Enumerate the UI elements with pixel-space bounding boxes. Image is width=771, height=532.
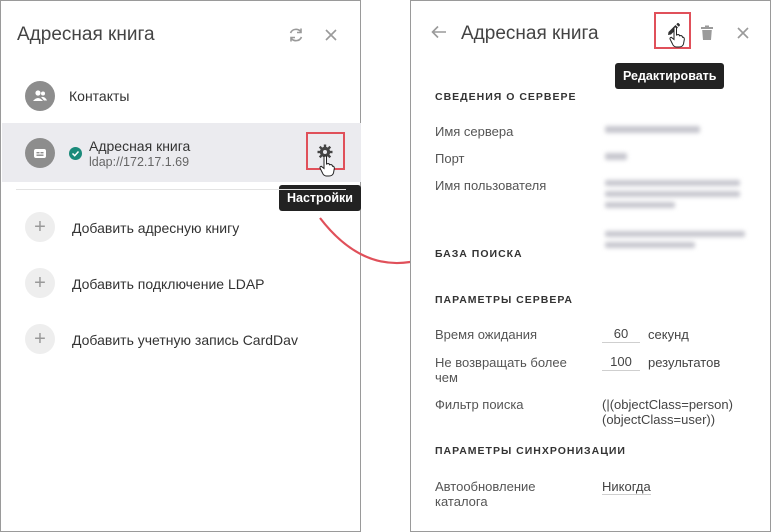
address-book-label: Адресная книга [89, 138, 191, 154]
username-value-blurred [605, 180, 740, 208]
hand-cursor-icon [669, 26, 685, 53]
server-name-value-blurred [605, 126, 715, 136]
edit-tooltip: Редактировать [615, 63, 725, 89]
port-value-blurred [605, 153, 627, 160]
status-check-icon [69, 147, 82, 160]
server-details-panel: Адресная книга Редактировать СВЕДЕНИЯ О … [410, 0, 771, 532]
close-icon[interactable] [319, 23, 343, 47]
add-ldap-icon[interactable]: + [25, 268, 55, 298]
max-results-input[interactable]: 100 [602, 354, 640, 371]
server-name-label: Имя сервера [435, 124, 514, 139]
close-icon[interactable] [731, 21, 755, 45]
address-book-icon [25, 138, 55, 168]
port-label: Порт [435, 151, 465, 166]
sync-params-section: ПАРАМЕТРЫ СИНХРОНИЗАЦИИ [435, 445, 626, 457]
panel-title: Адресная книга [461, 23, 599, 44]
add-carddav-button[interactable]: Добавить учетную запись CardDav [72, 332, 298, 348]
add-address-book-button[interactable]: Добавить адресную книгу [72, 220, 239, 236]
divider [16, 189, 346, 190]
max-results-label: Не возвращать более чем [435, 355, 567, 385]
timeout-label: Время ожидания [435, 327, 538, 342]
add-carddav-icon[interactable]: + [25, 324, 55, 354]
search-filter-line1[interactable]: (|(objectClass=person) [602, 397, 733, 412]
trash-icon[interactable] [700, 25, 714, 46]
username-label: Имя пользователя [435, 178, 547, 193]
contacts-icon [25, 81, 55, 111]
server-info-section: СВЕДЕНИЯ О СЕРВЕРЕ [435, 91, 577, 103]
back-arrow-icon[interactable] [431, 25, 447, 44]
refresh-icon[interactable] [284, 23, 308, 47]
add-ldap-button[interactable]: Добавить подключение LDAP [72, 276, 265, 292]
autoupdate-select[interactable]: Никогда [602, 479, 651, 495]
autoupdate-label: Автообновление каталога [435, 479, 536, 509]
hand-cursor-icon [319, 155, 335, 182]
search-base-section: БАЗА ПОИСКА [435, 248, 523, 260]
timeout-unit: секунд [648, 327, 689, 342]
panel-title: Адресная книга [17, 24, 155, 45]
search-base-value-blurred [605, 231, 745, 248]
search-filter-label: Фильтр поиска [435, 397, 524, 412]
add-address-book-icon[interactable]: + [25, 212, 55, 242]
address-book-url: ldap://172.17.1.69 [89, 155, 190, 169]
max-results-unit: результатов [648, 355, 721, 370]
search-filter-line2[interactable]: (objectClass=user)) [602, 412, 715, 427]
server-params-section: ПАРАМЕТРЫ СЕРВЕРА [435, 294, 573, 306]
contacts-item[interactable]: Контакты [69, 88, 129, 104]
timeout-input[interactable]: 60 [602, 326, 640, 343]
